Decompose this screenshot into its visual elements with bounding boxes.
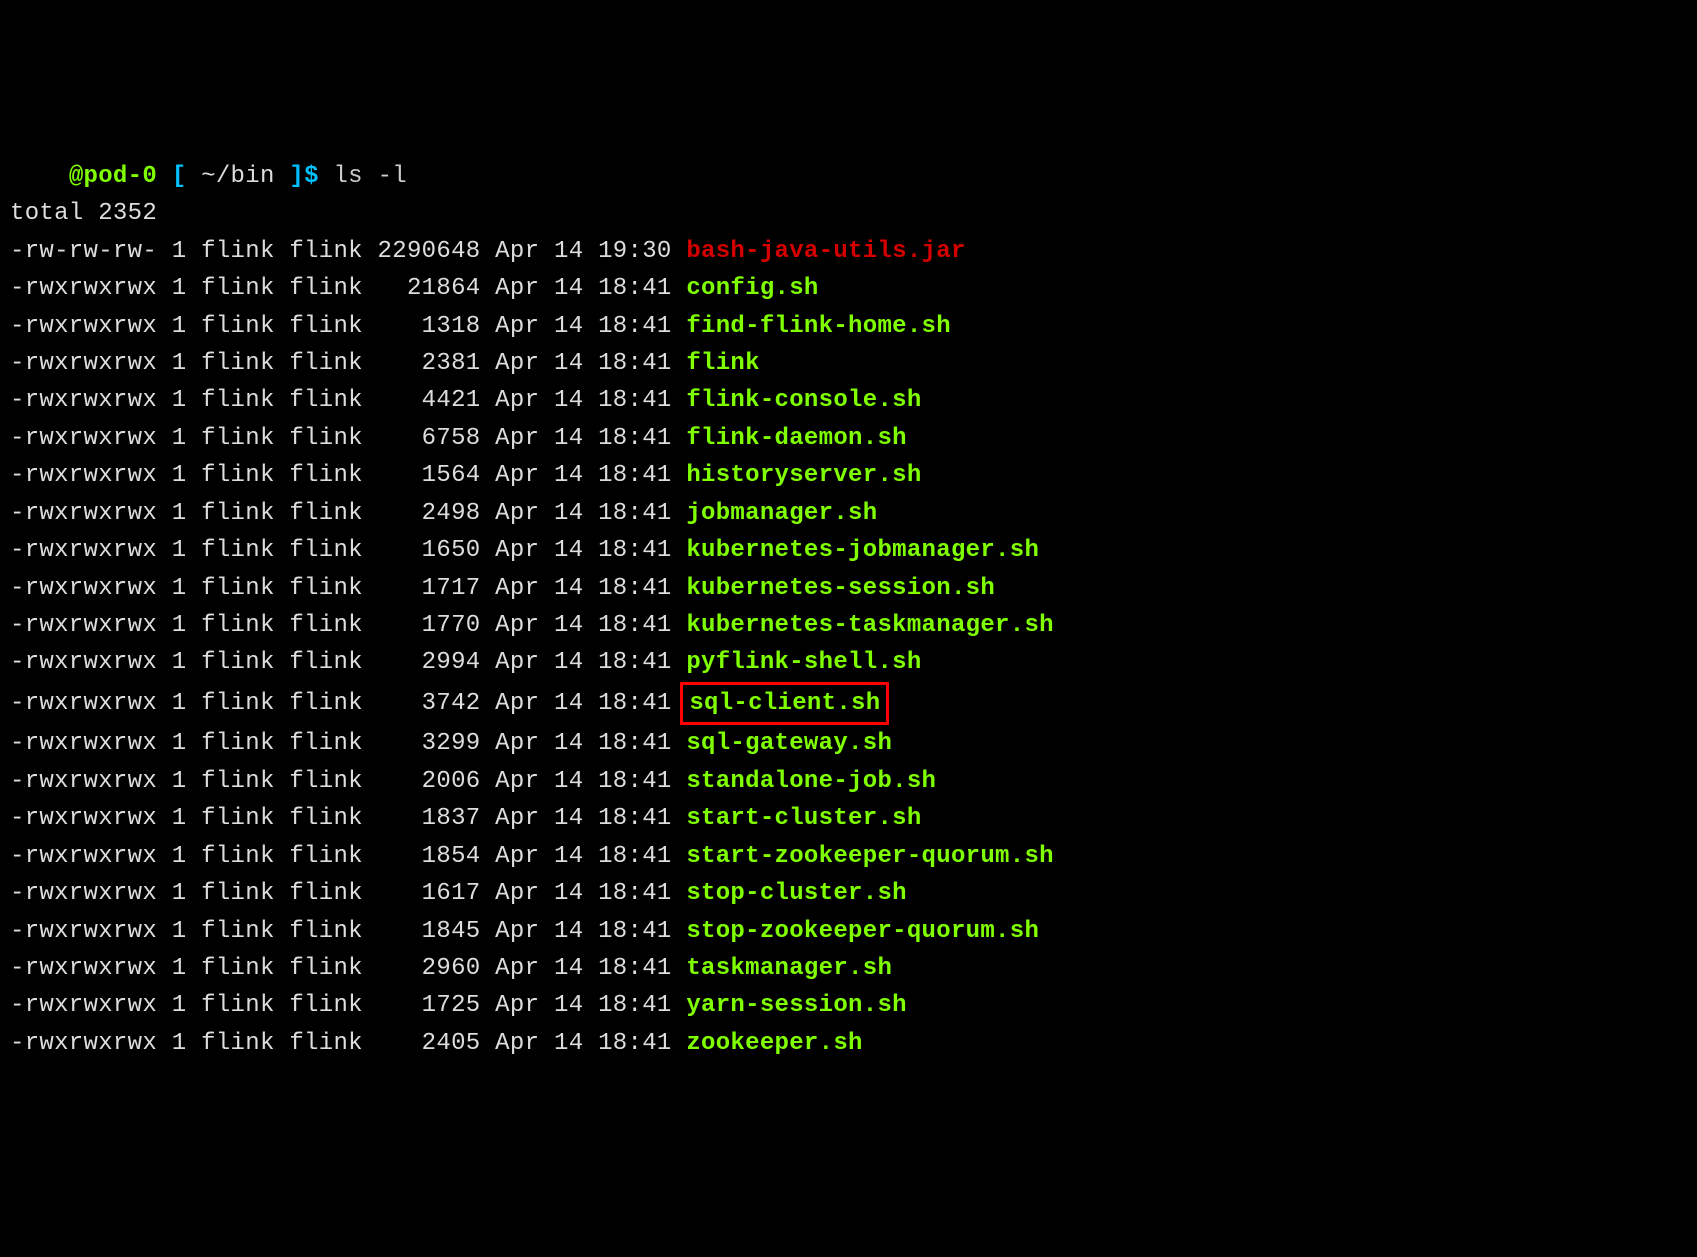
file-meta: -rwxrwxrwx 1 flink flink 1725 Apr 14 18:… [10, 992, 686, 1019]
file-name: kubernetes-taskmanager.sh [686, 612, 1054, 639]
file-name: yarn-session.sh [686, 992, 907, 1019]
file-meta: -rwxrwxrwx 1 flink flink 1717 Apr 14 18:… [10, 575, 686, 602]
file-name: config.sh [686, 275, 818, 302]
file-row: -rw-rw-rw- 1 flink flink 2290648 Apr 14 … [10, 233, 1687, 270]
file-row: -rwxrwxrwx 1 flink flink 6758 Apr 14 18:… [10, 420, 1687, 457]
file-name: start-cluster.sh [686, 805, 921, 832]
file-name: kubernetes-jobmanager.sh [686, 537, 1039, 564]
file-meta: -rwxrwxrwx 1 flink flink 2006 Apr 14 18:… [10, 768, 686, 795]
prompt-line: @pod-0 [ ~/bin ]$ ls -l [10, 158, 1687, 195]
file-name: zookeeper.sh [686, 1030, 862, 1057]
file-name: sql-gateway.sh [686, 730, 892, 757]
highlight-box: sql-client.sh [680, 682, 889, 725]
file-row: -rwxrwxrwx 1 flink flink 4421 Apr 14 18:… [10, 382, 1687, 419]
file-row: -rwxrwxrwx 1 flink flink 1564 Apr 14 18:… [10, 457, 1687, 494]
total-line: total 2352 [10, 195, 1687, 232]
file-meta: -rwxrwxrwx 1 flink flink 2381 Apr 14 18:… [10, 350, 686, 377]
file-row: -rwxrwxrwx 1 flink flink 2498 Apr 14 18:… [10, 495, 1687, 532]
file-meta: -rwxrwxrwx 1 flink flink 3742 Apr 14 18:… [10, 690, 686, 717]
file-row: -rwxrwxrwx 1 flink flink 1845 Apr 14 18:… [10, 913, 1687, 950]
file-name: taskmanager.sh [686, 955, 892, 982]
file-meta: -rwxrwxrwx 1 flink flink 1770 Apr 14 18:… [10, 612, 686, 639]
file-row: -rwxrwxrwx 1 flink flink 21864 Apr 14 18… [10, 270, 1687, 307]
file-name: flink [686, 350, 760, 377]
file-row: -rwxrwxrwx 1 flink flink 3742 Apr 14 18:… [10, 682, 1687, 725]
file-meta: -rwxrwxrwx 1 flink flink 3299 Apr 14 18:… [10, 730, 686, 757]
file-meta: -rwxrwxrwx 1 flink flink 1617 Apr 14 18:… [10, 880, 686, 907]
file-row: -rwxrwxrwx 1 flink flink 1725 Apr 14 18:… [10, 987, 1687, 1024]
file-meta: -rwxrwxrwx 1 flink flink 1837 Apr 14 18:… [10, 805, 686, 832]
file-row: -rwxrwxrwx 1 flink flink 2381 Apr 14 18:… [10, 345, 1687, 382]
file-meta: -rwxrwxrwx 1 flink flink 1318 Apr 14 18:… [10, 313, 686, 340]
file-row: -rwxrwxrwx 1 flink flink 1837 Apr 14 18:… [10, 800, 1687, 837]
file-name: flink-daemon.sh [686, 425, 907, 452]
file-row: -rwxrwxrwx 1 flink flink 3299 Apr 14 18:… [10, 725, 1687, 762]
file-meta: -rwxrwxrwx 1 flink flink 1650 Apr 14 18:… [10, 537, 686, 564]
prompt-path: ~/bin [201, 163, 275, 190]
file-meta: -rwxrwxrwx 1 flink flink 1845 Apr 14 18:… [10, 918, 686, 945]
file-row: -rwxrwxrwx 1 flink flink 2006 Apr 14 18:… [10, 763, 1687, 800]
file-meta: -rwxrwxrwx 1 flink flink 1854 Apr 14 18:… [10, 843, 686, 870]
file-listing: -rw-rw-rw- 1 flink flink 2290648 Apr 14 … [10, 233, 1687, 1063]
file-meta: -rwxrwxrwx 1 flink flink 1564 Apr 14 18:… [10, 462, 686, 489]
file-row: -rwxrwxrwx 1 flink flink 2994 Apr 14 18:… [10, 644, 1687, 681]
file-meta: -rwxrwxrwx 1 flink flink 2498 Apr 14 18:… [10, 500, 686, 527]
command-text: ls -l [333, 163, 407, 190]
file-name: kubernetes-session.sh [686, 575, 995, 602]
prompt-bracket-left: [ [157, 163, 201, 190]
file-row: -rwxrwxrwx 1 flink flink 1617 Apr 14 18:… [10, 875, 1687, 912]
prompt-host: @pod-0 [69, 163, 157, 190]
file-name: historyserver.sh [686, 462, 921, 489]
file-row: -rwxrwxrwx 1 flink flink 1717 Apr 14 18:… [10, 570, 1687, 607]
file-row: -rwxrwxrwx 1 flink flink 1854 Apr 14 18:… [10, 838, 1687, 875]
file-row: -rwxrwxrwx 1 flink flink 1318 Apr 14 18:… [10, 308, 1687, 345]
file-name: jobmanager.sh [686, 500, 877, 527]
file-row: -rwxrwxrwx 1 flink flink 2960 Apr 14 18:… [10, 950, 1687, 987]
file-row: -rwxrwxrwx 1 flink flink 1770 Apr 14 18:… [10, 607, 1687, 644]
file-meta: -rw-rw-rw- 1 flink flink 2290648 Apr 14 … [10, 238, 686, 265]
file-meta: -rwxrwxrwx 1 flink flink 4421 Apr 14 18:… [10, 387, 686, 414]
file-name: pyflink-shell.sh [686, 649, 921, 676]
file-meta: -rwxrwxrwx 1 flink flink 2994 Apr 14 18:… [10, 649, 686, 676]
file-row: -rwxrwxrwx 1 flink flink 2405 Apr 14 18:… [10, 1025, 1687, 1062]
file-name: find-flink-home.sh [686, 313, 951, 340]
file-meta: -rwxrwxrwx 1 flink flink 6758 Apr 14 18:… [10, 425, 686, 452]
file-name: standalone-job.sh [686, 768, 936, 795]
file-meta: -rwxrwxrwx 1 flink flink 2405 Apr 14 18:… [10, 1030, 686, 1057]
prompt-dollar: $ [304, 163, 333, 190]
file-meta: -rwxrwxrwx 1 flink flink 2960 Apr 14 18:… [10, 955, 686, 982]
file-meta: -rwxrwxrwx 1 flink flink 21864 Apr 14 18… [10, 275, 686, 302]
file-name: start-zookeeper-quorum.sh [686, 843, 1054, 870]
file-name: bash-java-utils.jar [686, 238, 965, 265]
file-name: sql-client.sh [689, 690, 880, 717]
prompt-bracket-right: ] [275, 163, 304, 190]
file-name: stop-zookeeper-quorum.sh [686, 918, 1039, 945]
file-row: -rwxrwxrwx 1 flink flink 1650 Apr 14 18:… [10, 532, 1687, 569]
terminal-output[interactable]: @pod-0 [ ~/bin ]$ ls -ltotal 2352-rw-rw-… [10, 158, 1687, 1063]
file-name: stop-cluster.sh [686, 880, 907, 907]
file-name: flink-console.sh [686, 387, 921, 414]
